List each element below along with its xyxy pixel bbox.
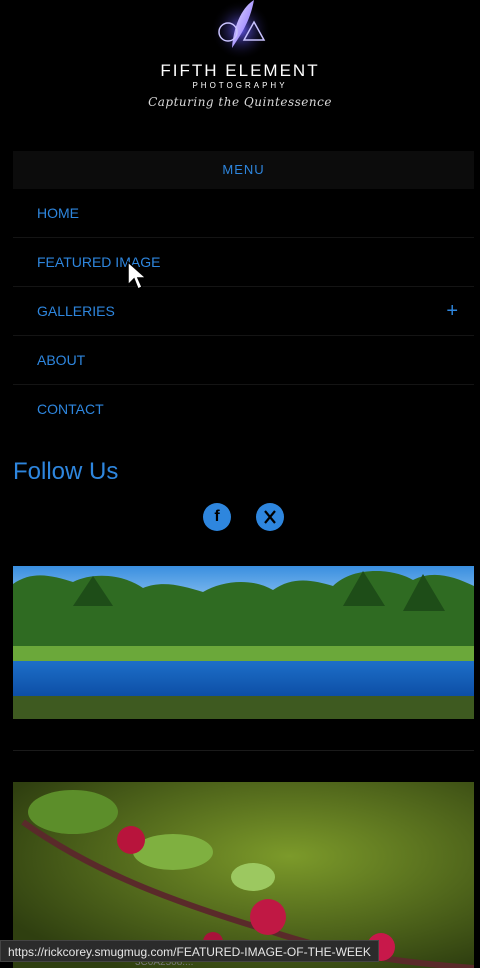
menu-toggle-button[interactable]: MENU	[13, 151, 474, 189]
landscape-lake-photo[interactable]	[13, 566, 474, 719]
nav-item-featured-image[interactable]: FEATURED IMAGE	[13, 238, 474, 287]
nav-item-contact[interactable]: CONTACT	[13, 385, 474, 434]
nav-item-home[interactable]: HOME	[13, 189, 474, 238]
brand-subtitle: PHOTOGRAPHY	[192, 81, 288, 90]
nav-item-about[interactable]: ABOUT	[13, 336, 474, 385]
section-divider	[13, 750, 474, 751]
brand-title: FIFTH ELEMENT	[160, 61, 320, 80]
link-status-bar: https://rickcorey.smugmug.com/FEATURED-I…	[0, 940, 379, 962]
nav-item-label: CONTACT	[37, 401, 104, 417]
brand-tagline: Capturing the Quintessence	[148, 95, 332, 109]
nav-item-label: ABOUT	[37, 352, 86, 368]
expand-plus-icon[interactable]: +	[446, 287, 458, 335]
nav-item-label: GALLERIES	[37, 303, 115, 319]
logo-feather-icon[interactable]	[206, 0, 276, 62]
mouse-cursor-icon	[127, 261, 148, 291]
main-nav: HOME FEATURED IMAGE GALLERIES + ABOUT CO…	[13, 189, 474, 434]
facebook-icon[interactable]: f	[203, 503, 231, 531]
nav-item-galleries[interactable]: GALLERIES +	[13, 287, 474, 336]
site-header: FIFTH ELEMENT PHOTOGRAPHY Capturing the …	[0, 0, 480, 150]
nav-item-label: HOME	[37, 205, 79, 221]
x-icon[interactable]	[256, 503, 284, 531]
follow-us-heading: Follow Us	[13, 458, 119, 485]
